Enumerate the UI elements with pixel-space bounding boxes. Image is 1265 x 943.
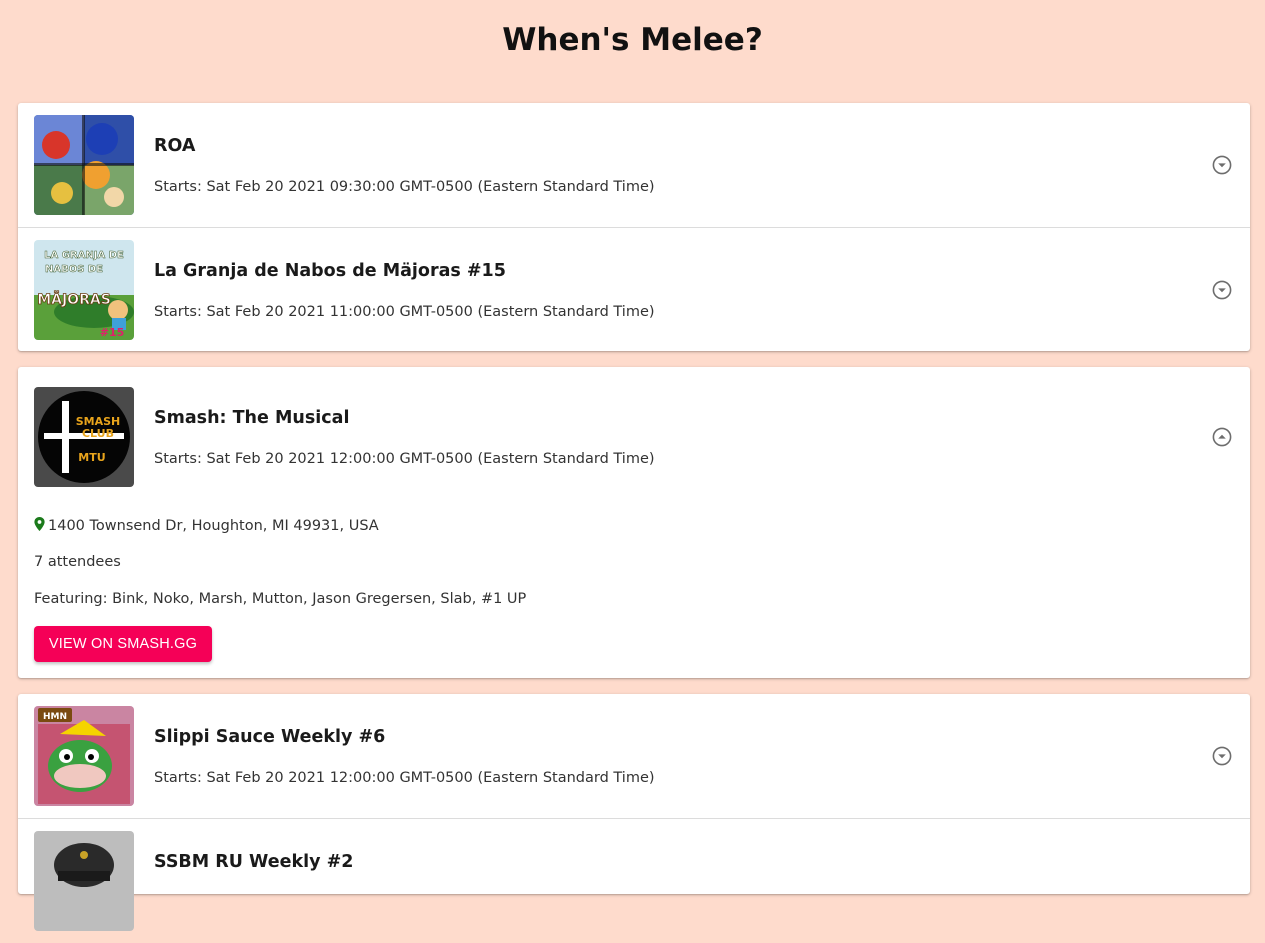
event-thumbnail: SMASH CLUB MTU xyxy=(34,387,134,487)
event-row-la-granja[interactable]: LA GRANJA DE NABOS DE MÄJORAS #15 La Gra… xyxy=(18,228,1250,352)
thumb-text: NABOS DE xyxy=(45,264,103,275)
event-start-time: Starts: Sat Feb 20 2021 09:30:00 GMT-050… xyxy=(154,179,655,195)
thumb-text: MTU xyxy=(78,451,105,464)
event-thumbnail xyxy=(34,115,134,215)
event-featuring: Featuring: Bink, Noko, Marsh, Mutton, Ja… xyxy=(34,591,527,607)
event-row-roa[interactable]: ROA Starts: Sat Feb 20 2021 09:30:00 GMT… xyxy=(18,103,1250,228)
event-thumbnail xyxy=(34,831,134,931)
chevron-down-circle-icon[interactable] xyxy=(1212,155,1232,175)
thumb-text: HMN xyxy=(43,712,67,722)
event-title[interactable]: La Granja de Nabos de Mäjoras #15 xyxy=(154,261,506,281)
event-title[interactable]: Smash: The Musical xyxy=(154,408,349,428)
chevron-up-circle-icon[interactable] xyxy=(1212,427,1232,447)
event-row-ssbm-ru[interactable]: SSBM RU Weekly #2 xyxy=(18,819,1250,943)
map-pin-icon xyxy=(34,517,48,535)
thumb-text: MÄJORAS xyxy=(37,291,111,308)
event-start-time: Starts: Sat Feb 20 2021 12:00:00 GMT-050… xyxy=(154,770,655,786)
event-title[interactable]: ROA xyxy=(154,136,195,156)
chevron-down-circle-icon[interactable] xyxy=(1212,280,1232,300)
chevron-down-circle-icon[interactable] xyxy=(1212,746,1232,766)
event-attendees: 7 attendees xyxy=(34,554,121,570)
event-title[interactable]: SSBM RU Weekly #2 xyxy=(154,852,353,872)
event-address: 1400 Townsend Dr, Houghton, MI 49931, US… xyxy=(48,518,379,534)
event-start-time: Starts: Sat Feb 20 2021 12:00:00 GMT-050… xyxy=(154,451,655,467)
view-on-smashgg-button[interactable]: VIEW ON SMASH.GG xyxy=(34,626,212,662)
event-thumbnail: HMN xyxy=(34,706,134,806)
thumb-text: #15 xyxy=(100,326,125,339)
event-thumbnail: LA GRANJA DE NABOS DE MÄJORAS #15 xyxy=(34,240,134,340)
page-title: When's Melee? xyxy=(502,22,763,58)
thumb-text: LA GRANJA DE xyxy=(44,250,124,261)
event-group: ROA Starts: Sat Feb 20 2021 09:30:00 GMT… xyxy=(18,103,1250,351)
event-title[interactable]: Slippi Sauce Weekly #6 xyxy=(154,727,385,747)
event-location: 1400 Townsend Dr, Houghton, MI 49931, US… xyxy=(34,517,379,535)
thumb-text: CLUB xyxy=(82,427,114,440)
event-group: HMN Slippi Sauce Weekly #6 Starts: Sat F… xyxy=(18,694,1250,931)
event-row-slippi-sauce[interactable]: HMN Slippi Sauce Weekly #6 Starts: Sat F… xyxy=(18,694,1250,819)
event-expanded-panel: SMASH CLUB MTU Smash: The Musical Starts… xyxy=(18,367,1250,678)
event-start-time: Starts: Sat Feb 20 2021 11:00:00 GMT-050… xyxy=(154,304,655,320)
event-row-smash-the-musical[interactable]: SMASH CLUB MTU Smash: The Musical Starts… xyxy=(18,367,1250,491)
